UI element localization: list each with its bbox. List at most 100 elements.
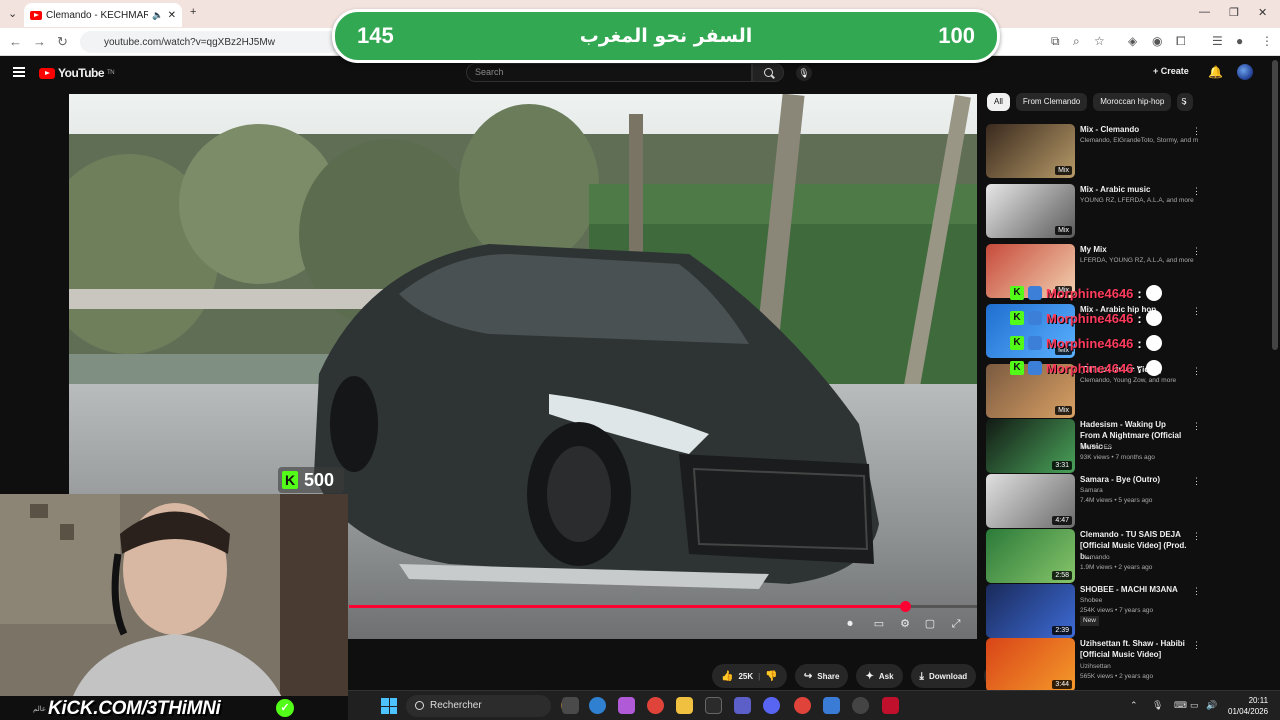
video-thumbnail[interactable]: 3:44: [986, 638, 1075, 692]
edge-icon[interactable]: [589, 697, 606, 714]
more-options-icon[interactable]: ⋮: [1192, 186, 1201, 197]
more-options-icon[interactable]: ⋮: [1192, 421, 1201, 432]
fullscreen-icon[interactable]: ⤢: [949, 617, 963, 631]
volume-icon[interactable]: 🔊: [1206, 700, 1217, 711]
theater-mode-icon[interactable]: ▢: [923, 617, 937, 631]
extensions-puzzle-icon[interactable]: ⧠: [1176, 34, 1186, 49]
chrome-icon[interactable]: [647, 697, 664, 714]
extension-icon[interactable]: ◈: [1128, 34, 1137, 48]
tray-chevron-icon[interactable]: ⌃: [1130, 700, 1138, 711]
recommendation-item[interactable]: 3:44 Uzihsettan ft. Shaw - Habibi [Offici…: [986, 638, 1201, 693]
video-thumbnail[interactable]: 2:58: [986, 529, 1075, 583]
recommendation-title[interactable]: My Mix: [1080, 244, 1188, 255]
search-input[interactable]: Search: [466, 63, 752, 82]
language-icon[interactable]: ⌨: [1174, 700, 1187, 711]
captions-icon[interactable]: ▭: [872, 617, 886, 631]
more-options-icon[interactable]: ⋮: [1192, 366, 1201, 377]
forward-icon[interactable]: →: [33, 34, 46, 49]
recommendation-title[interactable]: SHOBEE - MACHI M3ANA: [1080, 584, 1188, 595]
file-explorer-icon[interactable]: [676, 697, 693, 714]
vscode-icon[interactable]: [823, 697, 840, 714]
share-button[interactable]: ↪ Share: [794, 664, 849, 688]
menu-dots-icon[interactable]: ⋮: [1261, 34, 1273, 48]
youtube-logo[interactable]: YouTube TN: [39, 66, 115, 80]
network-icon[interactable]: ▭: [1190, 700, 1199, 711]
ask-button[interactable]: ✦ Ask: [856, 664, 903, 688]
recommendation-item[interactable]: 2:58 Clemando - TU SAIS DEJA [Official Mu…: [986, 529, 1201, 584]
chat-message: K Morphine4646:: [1010, 308, 1162, 328]
copilot-icon[interactable]: [618, 697, 635, 714]
more-options-icon[interactable]: ⋮: [1192, 126, 1201, 137]
download-button[interactable]: ⤓ Download: [910, 664, 977, 688]
back-icon[interactable]: ←: [9, 34, 22, 49]
notifications-bell-icon[interactable]: 🔔: [1208, 65, 1223, 79]
reading-list-icon[interactable]: ☰: [1212, 34, 1223, 48]
store-icon[interactable]: [705, 697, 722, 714]
profile-icon[interactable]: ●: [1236, 34, 1243, 48]
close-window-icon[interactable]: ✕: [1258, 6, 1267, 19]
install-app-icon[interactable]: ⧉: [1051, 34, 1060, 49]
chip-all[interactable]: All: [987, 93, 1010, 111]
teams-icon[interactable]: [734, 697, 751, 714]
recommendation-title[interactable]: Samara - Bye (Outro): [1080, 474, 1188, 485]
menu-icon[interactable]: [13, 67, 25, 77]
video-thumbnail[interactable]: Mix: [986, 124, 1075, 178]
chevron-right-icon[interactable]: ›: [1183, 97, 1187, 109]
recommendation-item[interactable]: 2:39 SHOBEE - MACHI M3ANA Shobee 254K views…: [986, 584, 1201, 639]
screen: ⌄ Clemando - KECHMARRA ( 🔈 ✕ + — ❐ ✕ ← →…: [0, 0, 1280, 720]
voice-search-icon[interactable]: 🎙: [796, 65, 812, 81]
recommendation-title[interactable]: Mix - Arabic music: [1080, 184, 1188, 195]
more-options-icon[interactable]: ⋮: [1192, 306, 1201, 317]
recommendation-title[interactable]: Mix - Clemando: [1080, 124, 1188, 135]
scrollbar[interactable]: [1272, 60, 1278, 350]
recommendation-item[interactable]: 3:31 Hadesism - Waking Up From A Nightmar…: [986, 419, 1201, 474]
more-options-icon[interactable]: ⋮: [1192, 246, 1201, 257]
video-progress-bar[interactable]: [349, 601, 977, 612]
taskbar-search[interactable]: Rechercher: [406, 695, 551, 717]
more-options-icon[interactable]: ⋮: [1192, 476, 1201, 487]
reload-icon[interactable]: ↻: [57, 34, 68, 50]
zoom-icon[interactable]: ⌕: [1073, 34, 1080, 49]
thumbs-down-icon[interactable]: 👎: [765, 671, 777, 682]
recommendation-item[interactable]: 4:47 Samara - Bye (Outro) Samara 7.4M views…: [986, 474, 1201, 529]
settings-gear-icon[interactable]: ⚙: [898, 617, 912, 631]
youtube-play-icon: [39, 67, 55, 79]
task-view-icon[interactable]: [562, 697, 579, 714]
autoplay-toggle-icon[interactable]: ⏺: [843, 617, 857, 631]
like-button[interactable]: 👍 25K | 👎: [712, 664, 787, 688]
tab-close-icon[interactable]: ✕: [168, 10, 176, 21]
more-options-icon[interactable]: ⋮: [1192, 531, 1201, 542]
taskbar-clock[interactable]: 20:11 01/04/2026: [1228, 695, 1268, 717]
maximize-icon[interactable]: ❐: [1229, 6, 1239, 19]
video-thumbnail[interactable]: 2:39: [986, 584, 1075, 638]
url-field[interactable]: youtube.com/watch?v=qgXBz2HJ5Mw: [80, 31, 340, 53]
logo-country: TN: [107, 70, 115, 76]
discord-icon[interactable]: [763, 697, 780, 714]
video-thumbnail[interactable]: Mix: [986, 184, 1075, 238]
more-options-icon[interactable]: ⋮: [1192, 586, 1201, 597]
acrobat-icon[interactable]: [882, 697, 899, 714]
chrome-active-icon[interactable]: [794, 697, 811, 714]
more-options-icon[interactable]: ⋮: [1192, 640, 1201, 651]
video-thumbnail[interactable]: 3:31: [986, 419, 1075, 473]
tab-list-icon[interactable]: ⌄: [8, 7, 17, 20]
minimize-icon[interactable]: —: [1199, 6, 1210, 18]
chip-from-clemando[interactable]: From Clemando: [1015, 93, 1088, 111]
new-tab-icon[interactable]: +: [190, 6, 196, 18]
video-thumbnail[interactable]: 4:47: [986, 474, 1075, 528]
windows-start-icon[interactable]: [381, 698, 397, 714]
search-button[interactable]: [752, 63, 784, 82]
create-button[interactable]: + Create: [1153, 66, 1189, 76]
microphone-icon[interactable]: 🎙: [1152, 700, 1163, 711]
avatar[interactable]: [1237, 64, 1253, 80]
recommendation-item[interactable]: Mix Mix - Arabic music YOUNG RZ, LFERDA, A…: [986, 184, 1201, 239]
obs-icon[interactable]: [852, 697, 869, 714]
recommendation-item[interactable]: Mix Mix - Clemando Clemando, ElGrandeToto,…: [986, 124, 1201, 179]
browser-tab[interactable]: Clemando - KECHMARRA ( 🔈 ✕: [24, 3, 182, 27]
bookmark-star-icon[interactable]: ☆: [1094, 34, 1105, 48]
url-text: youtube.com/watch?v=qgXBz2HJ5Mw: [104, 36, 275, 48]
emote-icon: [1145, 310, 1162, 326]
chip-moroccan-hip-hop[interactable]: Moroccan hip-hop: [1093, 93, 1172, 111]
recommendation-title[interactable]: Uzihsettan ft. Shaw - Habibi [Official M…: [1080, 638, 1188, 660]
extension-icon[interactable]: ◉: [1152, 34, 1162, 48]
